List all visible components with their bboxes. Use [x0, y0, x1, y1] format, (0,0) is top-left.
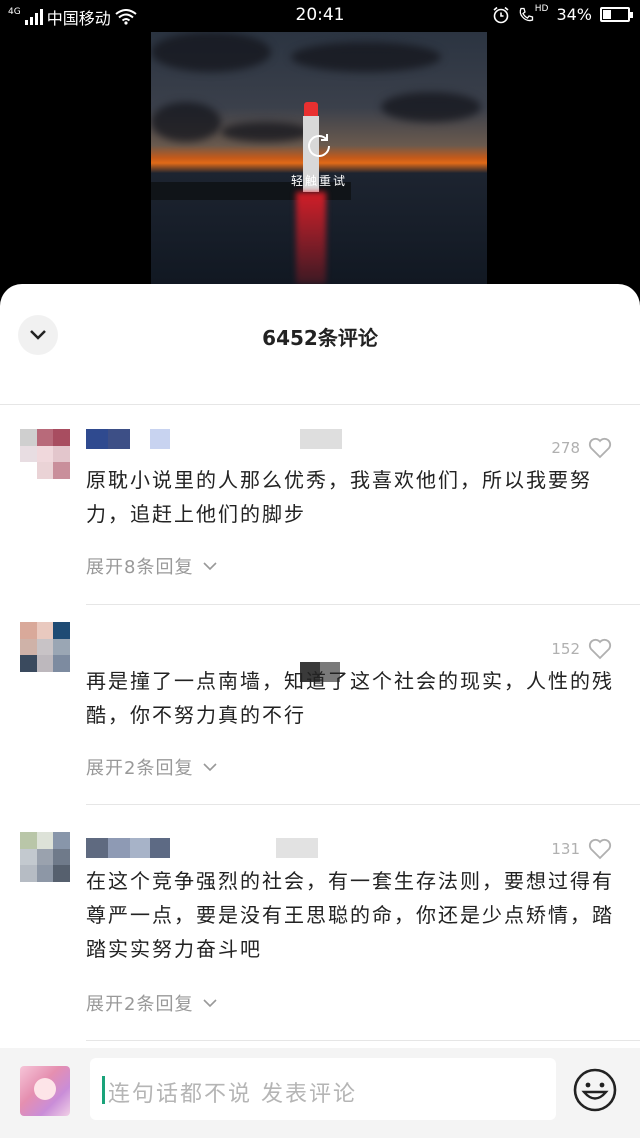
expand-replies-label: 展开2条回复	[86, 758, 194, 779]
comment-text: 在这个竞争强烈的社会，有一套生存法则，要想过得有尊严一点，要是没有王思聪的命，你…	[86, 869, 614, 961]
battery-percent: 34%	[556, 5, 592, 24]
comments-count-title: 6452条评论	[262, 326, 378, 350]
phone-icon	[519, 7, 533, 21]
like-count: 278	[551, 439, 580, 457]
expand-replies-label: 展开2条回复	[86, 994, 194, 1015]
comment-input-bar: 连句话都不说 发表评论	[0, 1048, 640, 1138]
reload-label[interactable]: 轻触重试	[151, 172, 487, 189]
battery-icon	[600, 7, 633, 22]
commenter-avatar[interactable]	[20, 429, 70, 479]
comment-divider	[86, 604, 640, 605]
heart-icon[interactable]	[588, 838, 612, 860]
comment-input[interactable]: 连句话都不说 发表评论	[90, 1058, 556, 1120]
comments-sheet: 6452条评论 278 原耽小说里的人那么优秀，我喜欢他们，所以我要努力，追赶上…	[0, 284, 640, 1138]
expand-replies-label: 展开8条回复	[86, 557, 194, 578]
like-control[interactable]: 152	[551, 638, 612, 660]
video-player[interactable]: 轻触重试	[151, 32, 487, 284]
commenter-avatar[interactable]	[20, 622, 70, 672]
expand-replies-button[interactable]: 展开8条回复	[86, 553, 218, 579]
alarm-icon	[493, 6, 509, 23]
user-avatar[interactable]	[20, 1066, 70, 1116]
reload-icon[interactable]	[305, 132, 333, 160]
status-bar: 4G 中国移动 20:41 HD 34%	[0, 0, 640, 32]
heart-icon[interactable]	[588, 638, 612, 660]
commenter-name[interactable]	[86, 429, 342, 449]
chevron-down-icon	[203, 561, 218, 570]
like-control[interactable]: 131	[551, 838, 612, 860]
commenter-avatar[interactable]	[20, 832, 70, 882]
expand-replies-button[interactable]: 展开2条回复	[86, 990, 218, 1016]
like-count: 152	[551, 640, 580, 658]
commenter-name[interactable]	[86, 838, 318, 858]
like-count: 131	[551, 840, 580, 858]
comment-divider	[86, 804, 640, 805]
comment-placeholder: 连句话都不说 发表评论	[108, 1082, 357, 1107]
chevron-down-icon	[203, 998, 218, 1007]
emoji-icon[interactable]	[572, 1067, 618, 1113]
like-control[interactable]: 278	[551, 437, 612, 459]
comment-text: 再是撞了一点南墙，知道了这个社会的现实，人性的残酷，你不努力真的不行	[86, 669, 614, 727]
chevron-down-icon	[203, 762, 218, 771]
hd-badge: HD	[534, 4, 549, 14]
heart-icon[interactable]	[588, 437, 612, 459]
text-cursor	[102, 1076, 105, 1104]
header-divider	[0, 404, 640, 405]
comment-divider	[86, 1040, 640, 1041]
comment-text: 原耽小说里的人那么优秀，我喜欢他们，所以我要努力，追赶上他们的脚步	[86, 468, 592, 526]
expand-replies-button[interactable]: 展开2条回复	[86, 754, 218, 780]
